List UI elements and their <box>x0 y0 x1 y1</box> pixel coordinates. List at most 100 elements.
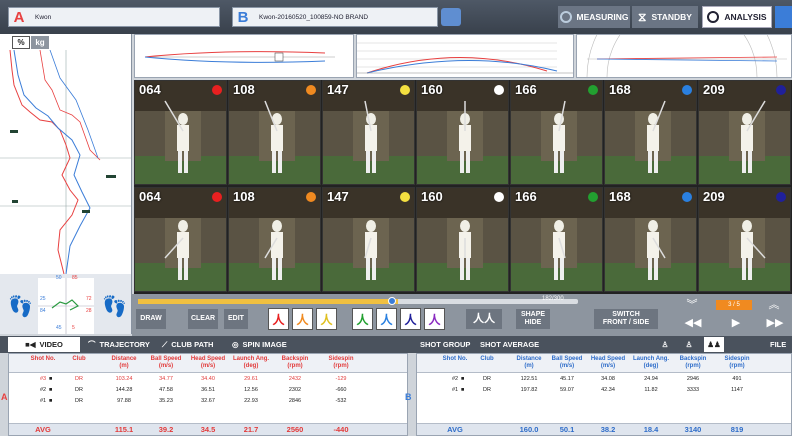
swing-frame[interactable]: 168 <box>604 80 697 185</box>
swing-frame[interactable]: 160 <box>416 80 509 185</box>
frame-color-dot <box>400 192 410 202</box>
swing-frame[interactable]: 108 <box>228 187 321 292</box>
foot-number: 45 <box>56 325 62 331</box>
pose-purple-button[interactable]: 人 <box>424 308 445 330</box>
column-header[interactable]: Ball Speed (m/s) <box>147 356 185 370</box>
timeline-handle[interactable] <box>388 297 396 305</box>
pose-orange-button[interactable]: 人 <box>292 308 313 330</box>
swing-frame[interactable]: 064 <box>134 80 227 185</box>
swing-frame[interactable]: 147 <box>322 187 415 292</box>
table-cell: 32.67 <box>201 398 215 404</box>
frame-color-dot <box>588 85 598 95</box>
shape-hide-button[interactable]: SHAPE HIDE <box>516 309 550 329</box>
play-icon[interactable]: ▶ <box>724 316 748 332</box>
table-cell: 45.17 <box>560 376 574 382</box>
shot-thumbnail-icon: ■ <box>49 398 53 404</box>
timeline-track[interactable] <box>138 299 578 304</box>
tab-spin-image[interactable]: ◎ SPIN IMAGE <box>232 337 302 352</box>
collapse-down-icon[interactable]: ︾ <box>672 296 712 314</box>
analysis-button[interactable]: ANALYSIS <box>702 6 772 28</box>
swing-frame[interactable]: 160 <box>416 187 509 292</box>
top-view-graph <box>586 0 787 78</box>
percent-toggle[interactable]: % <box>12 36 30 49</box>
rewind-icon[interactable]: ◀◀ <box>678 316 708 332</box>
switch-view-button[interactable]: SWITCH FRONT / SIDE <box>594 309 658 329</box>
player-b-field[interactable]: B Kwon-20160520_100859-NO BRAND <box>232 7 438 27</box>
column-header[interactable]: Backspin (rpm) <box>673 356 713 370</box>
pose-green-button[interactable]: 人 <box>352 308 373 330</box>
tab-spin-image-label: SPIN IMAGE <box>242 340 287 349</box>
frame-color-dot <box>494 85 504 95</box>
clear-button[interactable]: CLEAR <box>188 309 218 329</box>
collapse-up-icon[interactable]: ︽ <box>756 296 792 314</box>
column-header[interactable]: Sidespin (rpm) <box>321 356 361 370</box>
compare-icon[interactable]: ♟♟ <box>704 337 724 352</box>
frame-number: 168 <box>609 189 631 204</box>
table-cell: #3 <box>39 376 47 382</box>
table-cell: DR <box>483 376 491 382</box>
foot-number: 72 <box>86 296 92 302</box>
column-header[interactable]: Launch Ang. (deg) <box>231 356 271 370</box>
measuring-button[interactable]: MEASURING <box>558 6 630 28</box>
table-cell: 47.58 <box>159 387 173 393</box>
pose-yellow-button[interactable]: 人 <box>316 308 337 330</box>
column-header[interactable]: Backspin (rpm) <box>275 356 315 370</box>
swing-frame[interactable]: 166 <box>510 80 603 185</box>
frame-number: 209 <box>703 189 725 204</box>
foot-number: 85 <box>72 275 78 281</box>
foot-number: 5 <box>72 325 75 331</box>
avg-value: 39.2 <box>158 425 174 434</box>
swing-frame[interactable]: 064 <box>134 187 227 292</box>
tab-video[interactable]: ■◀ VIDEO <box>8 337 80 352</box>
search-icon[interactable] <box>441 8 461 26</box>
person-a-icon[interactable]: ♙ <box>656 337 674 352</box>
column-header[interactable]: Head Speed (m/s) <box>189 356 227 370</box>
avg-label: AVG <box>447 425 463 434</box>
weight-graph <box>0 50 131 274</box>
pose-navy-button[interactable]: 人 <box>400 308 421 330</box>
player-b-name: Kwon-20160520_100859-NO BRAND <box>259 13 369 21</box>
file-button[interactable]: FILE <box>770 337 792 352</box>
tab-trajectory[interactable]: ⌒ TRAJECTORY <box>88 337 158 352</box>
column-header[interactable]: Sidespin (rpm) <box>717 356 757 370</box>
swing-frame[interactable]: 209 <box>698 80 791 185</box>
column-header[interactable]: Distance (m) <box>105 356 143 370</box>
weight-shift-panel: % kg 👣 👣 50 85 25 72 84 28 45 5 <box>0 34 132 334</box>
tab-club-path[interactable]: ⟋ CLUB PATH <box>162 337 228 352</box>
table-cell: DR <box>75 398 83 404</box>
standby-button[interactable]: ⧖ STANDBY <box>632 6 698 28</box>
swing-frame[interactable]: 166 <box>510 187 603 292</box>
magnifier-icon <box>707 11 720 23</box>
swing-frame[interactable]: 108 <box>228 80 321 185</box>
player-a-field[interactable]: A Kwon <box>8 7 220 27</box>
column-header[interactable]: Ball Speed (m/s) <box>549 356 585 370</box>
shot-group-button[interactable]: SHOT GROUP <box>420 337 474 352</box>
foot-number: 50 <box>56 275 62 281</box>
column-header[interactable]: Club <box>67 356 91 363</box>
power-icon[interactable] <box>775 6 792 28</box>
swing-frame[interactable]: 147 <box>322 80 415 185</box>
shot-average-button[interactable]: SHOT AVERAGE <box>480 337 544 352</box>
pose-blue-button[interactable]: 人 <box>376 308 397 330</box>
column-header[interactable]: Head Speed (m/s) <box>589 356 627 370</box>
column-header[interactable]: Shot No. <box>439 356 471 363</box>
table-cell: 2846 <box>288 398 302 404</box>
pose-red-button[interactable]: 人 <box>268 308 289 330</box>
fast-forward-icon[interactable]: ▶▶ <box>760 316 790 332</box>
table-cell: 144.28 <box>115 387 133 393</box>
overlay-toggle-button[interactable]: 人人 <box>466 309 502 329</box>
draw-button[interactable]: DRAW <box>136 309 166 329</box>
avg-value: -440 <box>333 425 349 434</box>
swing-frame[interactable]: 168 <box>604 187 697 292</box>
person-b-icon[interactable]: ♙ <box>680 337 698 352</box>
frame-number: 168 <box>609 82 631 97</box>
column-header[interactable]: Club <box>475 356 499 363</box>
swing-frame[interactable]: 209 <box>698 187 791 292</box>
kg-toggle[interactable]: kg <box>31 36 49 49</box>
table-cell: -532 <box>335 398 347 404</box>
edit-button[interactable]: EDIT <box>224 309 248 329</box>
column-header[interactable]: Shot No. <box>27 356 59 363</box>
column-header[interactable]: Distance (m) <box>511 356 547 370</box>
column-header[interactable]: Launch Ang. (deg) <box>631 356 671 370</box>
left-foot-icon: 👣 <box>8 296 33 318</box>
